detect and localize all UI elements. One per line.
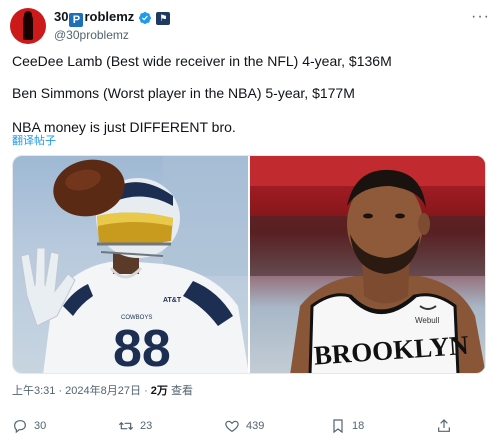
action-bar: 30 23 439 18 bbox=[12, 417, 488, 435]
tweet-line-1: CeeDee Lamb (Best wide receiver in the N… bbox=[12, 53, 392, 69]
repost-button[interactable]: 23 bbox=[118, 418, 152, 434]
reply-icon bbox=[14, 420, 26, 434]
football-player-illustration: 88 COWBOYS AT&T bbox=[20, 156, 248, 373]
author-name-row[interactable]: 30 Problemz ⚑ bbox=[54, 9, 171, 27]
reply-count: 30 bbox=[34, 420, 47, 432]
post-timestamp[interactable]: 上午3:31 · 2024年8月27日 · 2万 查看 bbox=[12, 384, 193, 398]
photo-basketball-player[interactable]: BROOKLYN Webull bbox=[250, 156, 485, 373]
heart-icon bbox=[225, 420, 239, 433]
jersey-number: 88 bbox=[113, 320, 171, 373]
verified-icon[interactable] bbox=[138, 11, 152, 25]
reply-button[interactable]: 30 bbox=[12, 418, 46, 434]
repost-count: 23 bbox=[140, 420, 153, 432]
avatar[interactable] bbox=[10, 8, 46, 44]
tweet-header: 30 Problemz ⚑ @30problemz ··· bbox=[10, 8, 490, 44]
repost-icon bbox=[118, 421, 134, 431]
photo-football-player[interactable]: 88 COWBOYS AT&T bbox=[13, 156, 248, 373]
like-count: 439 bbox=[246, 420, 265, 432]
timestamp-text[interactable]: 上午3:31 · 2024年8月27日 · bbox=[12, 385, 151, 397]
views-label: 查看 bbox=[167, 385, 193, 397]
avatar-figure bbox=[23, 14, 33, 40]
more-options-icon[interactable]: ··· bbox=[471, 9, 490, 25]
share-icon bbox=[438, 419, 450, 432]
translate-post-link[interactable]: 翻译帖子 bbox=[12, 134, 56, 148]
jersey-sponsor: AT&T bbox=[163, 297, 182, 304]
share-button[interactable] bbox=[436, 418, 452, 434]
bookmark-button[interactable]: 18 bbox=[330, 418, 364, 434]
tweet-line-2: Ben Simmons (Worst player in the NBA) 5-… bbox=[12, 85, 355, 101]
bookmark-count: 18 bbox=[352, 420, 365, 432]
tweet-media[interactable]: 88 COWBOYS AT&T BROOKLYN Webull bbox=[12, 155, 486, 374]
affiliate-badge-icon[interactable]: ⚑ bbox=[156, 11, 171, 25]
views-count: 2万 bbox=[150, 385, 168, 397]
bookmark-icon bbox=[333, 419, 343, 434]
author-display-name[interactable]: 30 Problemz bbox=[54, 9, 134, 27]
jersey-text: COWBOYS bbox=[121, 315, 152, 321]
basketball-player-illustration: BROOKLYN Webull bbox=[250, 156, 485, 373]
author-handle[interactable]: @30problemz bbox=[54, 28, 129, 42]
name-p-box: P bbox=[69, 13, 84, 27]
like-button[interactable]: 439 bbox=[224, 418, 264, 434]
jersey-sponsor: Webull bbox=[415, 316, 440, 325]
